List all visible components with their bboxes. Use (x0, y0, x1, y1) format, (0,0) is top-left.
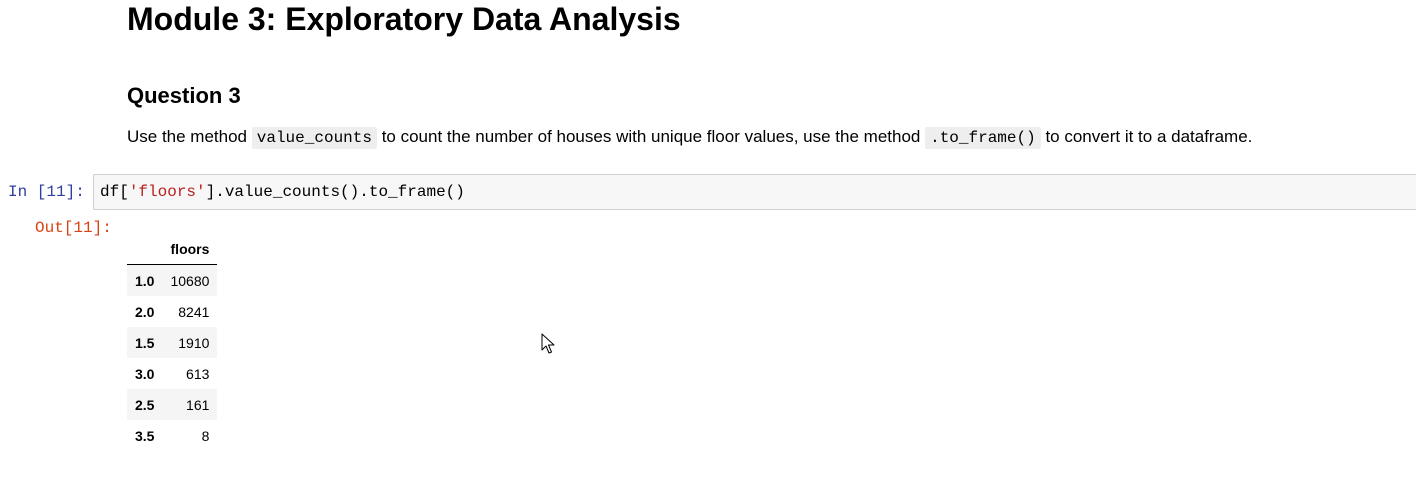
row-index: 2.0 (135, 303, 155, 320)
row-value: 1910 (178, 334, 210, 351)
row-index: 1.0 (135, 272, 155, 289)
row-value: 613 (186, 365, 210, 382)
code-suffix: ].value_counts().to_frame() (205, 183, 465, 201)
table-header-row: floors (127, 233, 218, 265)
row-value: 8241 (178, 303, 210, 320)
code-cell-editor[interactable]: df['floors'].value_counts().to_frame() (93, 174, 1416, 210)
question-heading: Question 3 (127, 83, 241, 108)
row-value: 10680 (170, 272, 210, 289)
page-title: Module 3: Exploratory Data Analysis (127, 1, 681, 37)
inline-code-to-frame: .to_frame() (925, 127, 1041, 149)
code-string-literal: 'floors' (128, 183, 206, 201)
table-row: 3.5 8 (127, 420, 217, 451)
inline-code-value-counts: value_counts (251, 127, 377, 149)
table-row: 2.0 8241 (127, 296, 217, 327)
input-prompt: In [11]: (8, 183, 85, 201)
row-index: 2.5 (135, 396, 155, 413)
column-header-floors: floors (162, 233, 218, 265)
instruction-part-2: to count the number of houses with uniqu… (376, 127, 926, 146)
table-row: 3.0 613 (127, 358, 217, 389)
output-dataframe: floors 1.0 10680 2.0 8241 1.5 1910 3.0 6… (127, 233, 218, 451)
code-prefix: df[ (100, 183, 129, 201)
row-index: 1.5 (135, 334, 155, 351)
table-row: 1.5 1910 (127, 327, 218, 358)
instruction-text: Use the method value_counts to count the… (127, 124, 1252, 151)
instruction-part-3: to convert it to a dataframe. (1040, 127, 1253, 146)
instruction-part-1: Use the method (127, 127, 252, 146)
output-prompt: Out[11]: (35, 219, 112, 237)
table-row: 1.0 10680 (127, 264, 218, 296)
table-row: 2.5 161 (127, 389, 218, 420)
mouse-pointer-icon (541, 333, 557, 355)
row-index: 3.5 (135, 427, 155, 444)
index-header (127, 233, 163, 265)
row-value: 8 (201, 427, 210, 444)
row-value: 161 (186, 396, 210, 413)
row-index: 3.0 (135, 365, 155, 382)
